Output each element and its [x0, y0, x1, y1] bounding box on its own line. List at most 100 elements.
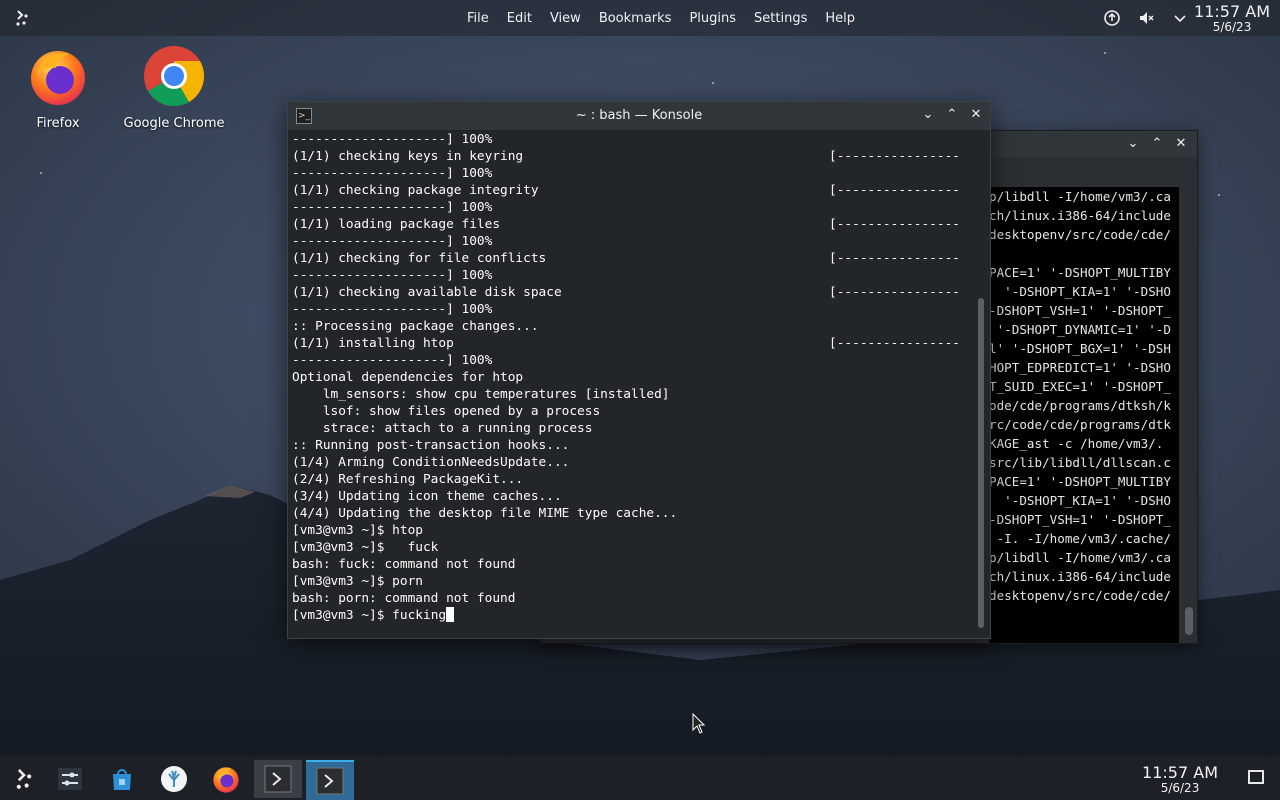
system-settings-icon [58, 768, 82, 790]
clock-date: 5/6/23 [1212, 20, 1252, 34]
minimize-icon[interactable]: ⌄ [920, 106, 936, 124]
terminal-line: [vm3@vm3 ~]$ fuck [292, 540, 439, 555]
terminal-line: ch/linux.i386-64/include [989, 208, 1171, 223]
show-desktop-icon[interactable] [1248, 770, 1264, 784]
system-tray [1102, 8, 1190, 28]
taskbar-discover[interactable] [98, 760, 146, 798]
terminal-line: [vm3@vm3 ~]$ porn [292, 574, 423, 589]
terminal-line: -I. -I/home/vm3/.cache/ [989, 531, 1171, 546]
taskbar-konsole-1[interactable] [254, 760, 302, 798]
taskbar-konsole-2[interactable] [306, 760, 354, 800]
scrollbar[interactable] [1185, 159, 1193, 639]
mouse-pointer-icon [692, 713, 706, 734]
terminal-line: -DSHOPT_VSH=1' '-DSHOPT_ [989, 512, 1171, 527]
menu-plugins[interactable]: Plugins [686, 9, 739, 28]
terminal-line: (1/1) checking for file conflicts [------… [292, 251, 960, 266]
background-terminal-output: p/libdll -I/home/vm3/.ca ch/linux.i386-6… [989, 187, 1179, 643]
window-titlebar[interactable]: >_ ~ : bash — Konsole ⌄ ⌃ ✕ [288, 102, 990, 131]
terminal-line: T_SUID_EXEC=1' '-DSHOPT_ [989, 379, 1171, 394]
terminal-line: --------------------] 100% [292, 268, 493, 283]
clock-date: 5/6/23 [1160, 781, 1200, 795]
taskbar-system-settings[interactable] [46, 760, 94, 798]
terminal-line: --------------------] 100% [292, 166, 493, 181]
taskbar-app-launcher[interactable] [0, 760, 48, 798]
taskbar-coral-app[interactable] [150, 760, 198, 798]
menu-help[interactable]: Help [822, 9, 858, 28]
terminal-line: Optional dependencies for htop [292, 370, 524, 385]
terminal-line: p/libdll -I/home/vm3/.ca [989, 189, 1171, 204]
terminal-line: (1/1) installing htop [---------------- [292, 336, 960, 351]
scrollbar-thumb[interactable] [978, 298, 984, 628]
terminal-line: (1/1) checking package integrity [-------… [292, 183, 960, 198]
konsole-window[interactable]: >_ ~ : bash — Konsole ⌄ ⌃ ✕ ------------… [287, 101, 991, 639]
maximize-icon[interactable]: ⌃ [944, 106, 960, 124]
minimize-icon[interactable]: ⌄ [1125, 135, 1141, 153]
discover-store-icon [113, 769, 131, 790]
taskbar: 11:57 AM 5/6/23 [0, 756, 1280, 800]
konsole-icon [264, 765, 292, 793]
desktop-icon-label: Google Chrome [123, 116, 225, 131]
terminal-line: --------------------] 100% [292, 353, 493, 368]
taskbar-clock[interactable]: 11:57 AM 5/6/23 [1142, 764, 1218, 795]
desktop-icon-chrome[interactable]: Google Chrome [119, 44, 229, 131]
terminal-output[interactable]: --------------------] 100% (1/1) checkin… [288, 131, 972, 637]
top-panel: File Edit View Bookmarks Plugins Setting… [0, 0, 1280, 36]
terminal-line: lm_sensors: show cpu temperatures [insta… [292, 387, 670, 402]
terminal-line: (3/4) Updating icon theme caches... [292, 489, 562, 504]
terminal-input-line[interactable]: [vm3@vm3 ~]$ fucking [292, 607, 972, 624]
coral-app-icon [161, 766, 187, 792]
terminal-line: (1/1) loading package files [------------… [292, 217, 960, 232]
close-icon[interactable]: ✕ [968, 106, 984, 124]
desktop-icon-label: Firefox [36, 116, 80, 131]
terminal-line: --------------------] 100% [292, 132, 493, 147]
app-launcher-icon[interactable] [12, 8, 32, 28]
terminal-line: ch/linux.i386-64/include [989, 569, 1171, 584]
terminal-line: desktopenv/src/code/cde/ [989, 227, 1171, 242]
menu-file[interactable]: File [464, 9, 492, 28]
menu-edit[interactable]: Edit [504, 9, 535, 28]
chevron-down-icon[interactable] [1170, 8, 1190, 28]
terminal-line: '-DSHOPT_DYNAMIC=1' '-D [989, 322, 1171, 337]
terminal-line: '-DSHOPT_KIA=1' '-DSHO [989, 284, 1171, 299]
window-title: ~ : bash — Konsole [575, 108, 703, 123]
taskbar-firefox[interactable] [202, 760, 250, 798]
update-icon[interactable] [1102, 8, 1122, 28]
firefox-icon [213, 767, 239, 793]
terminal-line: --------------------] 100% [292, 200, 493, 215]
digital-clock[interactable]: 11:57 AM 5/6/23 [1194, 3, 1270, 34]
terminal-line: bash: fuck: command not found [292, 557, 516, 572]
terminal-line: (2/4) Refreshing PackageKit... [292, 472, 524, 487]
konsole-icon [316, 767, 344, 795]
terminal-line: strace: attach to a running process [292, 421, 593, 436]
menu-view[interactable]: View [547, 9, 584, 28]
app-launcher-icon [16, 768, 32, 789]
terminal-line: HOPT_EDPREDICT=1' '-DSHO [989, 360, 1171, 375]
terminal-prompt: [vm3@vm3 ~]$ [292, 608, 393, 623]
global-menu: File Edit View Bookmarks Plugins Setting… [464, 0, 858, 36]
terminal-line: KAGE_ast -c /home/vm3/. [989, 436, 1164, 451]
volume-muted-icon[interactable] [1136, 8, 1156, 28]
terminal-line: (1/4) Arming ConditionNeedsUpdate... [292, 455, 570, 470]
text-cursor [446, 607, 455, 622]
menu-settings[interactable]: Settings [751, 9, 810, 28]
clock-time: 11:57 AM [1142, 763, 1218, 782]
terminal-line: --------------------] 100% [292, 234, 493, 249]
scrollbar-thumb[interactable] [1185, 607, 1193, 635]
terminal-line: (1/1) checking keys in keyring [---------… [292, 149, 960, 164]
maximize-icon[interactable]: ⌃ [1149, 135, 1165, 153]
terminal-line: p/libdll -I/home/vm3/.ca [989, 550, 1171, 565]
terminal-line: bash: porn: command not found [292, 591, 516, 606]
terminal-line: [vm3@vm3 ~]$ htop [292, 523, 423, 538]
scrollbar[interactable] [976, 142, 986, 632]
terminal-line: PACE=1' '-DSHOPT_MULTIBY [989, 265, 1171, 280]
terminal-line: src/lib/libdll/dllscan.c [989, 455, 1171, 470]
desktop-icon-firefox[interactable]: Firefox [3, 44, 113, 131]
terminal-line: (1/1) checking available disk space [----… [292, 285, 960, 300]
close-icon[interactable]: ✕ [1173, 135, 1189, 153]
terminal-line: --------------------] 100% [292, 302, 493, 317]
menu-bookmarks[interactable]: Bookmarks [596, 9, 675, 28]
terminal-line: :: Processing package changes... [292, 319, 539, 334]
terminal-line: desktopenv/src/code/cde/ [989, 588, 1171, 603]
terminal-input[interactable]: fucking [392, 608, 446, 623]
